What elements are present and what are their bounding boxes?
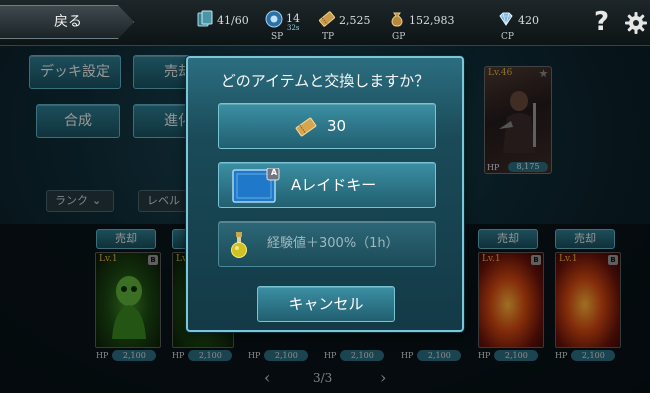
cp-value: 420 (518, 14, 539, 27)
money-bag-icon (391, 12, 403, 27)
cp-label: CP (501, 32, 514, 42)
sp-timer: 32s (287, 24, 300, 32)
exchange-dialog: どのアイテムと交換しますか？ 30 A Aレイドキー 経験値＋300%（1h） … (186, 56, 464, 332)
ticket-icon (295, 117, 317, 137)
exchange-raid-key-option[interactable]: A Aレイドキー (218, 162, 436, 208)
option-label: 経験値＋300%（1h） (267, 236, 399, 251)
option-label: Aレイドキー (291, 176, 377, 194)
dialog-title: どのアイテムと交換しますか？ (220, 72, 430, 90)
raid-key-rank-badge: A (270, 168, 278, 177)
help-icon[interactable]: ? (594, 7, 609, 37)
cancel-button[interactable]: キャンセル (257, 286, 395, 322)
sp-orb-icon (265, 10, 283, 28)
back-button[interactable]: 戻る (0, 5, 134, 39)
ticket-icon (318, 11, 336, 27)
card-count-value: 41/60 (217, 14, 249, 27)
sp-label: SP (271, 32, 284, 42)
exchange-ticket-option[interactable]: 30 (218, 103, 436, 149)
exchange-exp-boost-option[interactable]: 経験値＋300%（1h） (218, 221, 436, 267)
potion-icon (231, 232, 247, 258)
tp-value: 2,525 (339, 14, 371, 27)
card-deck-icon (197, 10, 213, 27)
gear-icon[interactable] (624, 11, 648, 35)
diamond-icon (499, 12, 513, 26)
tp-label: TP (322, 32, 335, 42)
gp-value: 152,983 (409, 14, 455, 27)
option-label: 30 (327, 117, 347, 135)
gp-label: GP (392, 32, 406, 42)
